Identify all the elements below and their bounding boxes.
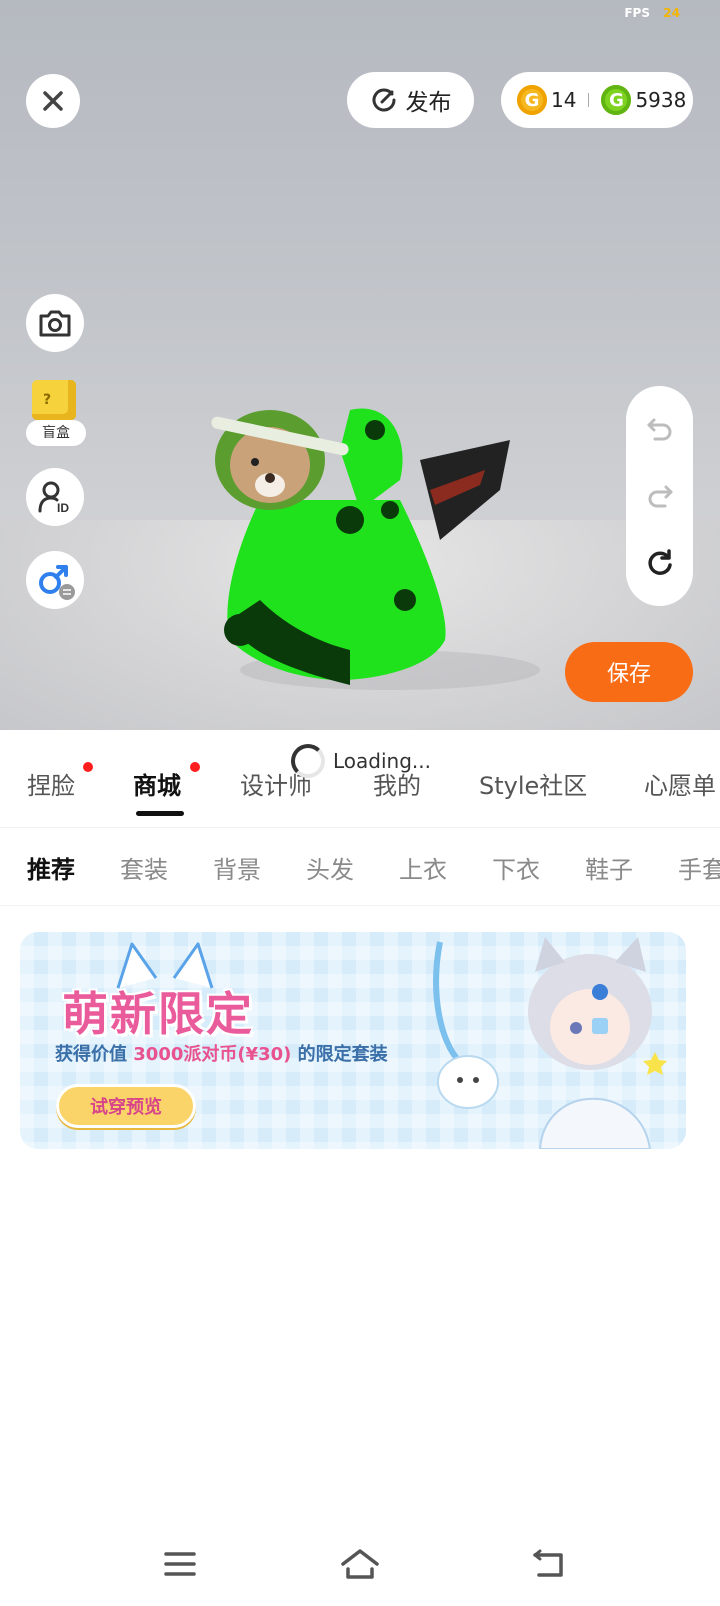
banner-subtitle-post: 的限定套装	[291, 1044, 388, 1065]
loading-text: Loading...	[333, 749, 431, 773]
banner-character-illustration	[433, 937, 667, 1149]
subtab-backgrounds[interactable]: 背景	[213, 850, 261, 885]
subtab-outfits[interactable]: 套装	[120, 850, 168, 885]
spinner-icon	[291, 744, 325, 778]
tab-wishlist[interactable]: 心愿单	[644, 766, 716, 801]
banner-subtitle-highlight: 3000派对币(¥30)	[133, 1044, 292, 1065]
tab-shop[interactable]: 商城	[133, 766, 181, 801]
banner-subtitle-pre: 获得价值	[55, 1044, 134, 1065]
loading-indicator: Loading...	[291, 744, 431, 778]
green-coin-count: 5938	[635, 88, 687, 112]
svg-text:ID: ID	[57, 501, 69, 515]
tab-style-community[interactable]: Style社区	[479, 766, 587, 801]
tab-face-dot	[83, 762, 93, 772]
close-button[interactable]	[26, 74, 80, 128]
edit-history-panel	[626, 386, 693, 606]
gold-coin-count: 14	[551, 88, 577, 112]
category-tabs: 推荐 套装 背景 头发 上衣 下衣 鞋子 手套	[0, 828, 720, 906]
avatar-model[interactable]	[200, 390, 540, 710]
save-button[interactable]: 保存	[565, 642, 693, 702]
try-on-preview-button[interactable]: 试穿预览	[56, 1084, 196, 1128]
male-gender-icon	[39, 565, 75, 600]
camera-button[interactable]	[26, 294, 84, 352]
active-tab-indicator	[136, 811, 184, 816]
app-root: FPS 24 发布 G 14 G 5938 ? 盲盒 ID 保存 捏脸 商城 设…	[0, 0, 720, 1606]
publish-label: 发布	[405, 90, 452, 116]
subtab-shoes[interactable]: 鞋子	[585, 850, 633, 885]
currency-divider	[588, 93, 590, 107]
menu-icon	[164, 1552, 196, 1576]
system-nav-bar	[0, 1530, 720, 1606]
menu-button[interactable]	[156, 1544, 204, 1584]
undo-icon[interactable]	[645, 414, 675, 444]
blind-box-button[interactable]: ? 盲盒	[26, 380, 86, 446]
tab-face[interactable]: 捏脸	[27, 766, 75, 801]
currency-display[interactable]: G 14 G 5938	[501, 72, 693, 128]
back-icon	[533, 1549, 563, 1577]
fps-value: 24	[663, 6, 680, 20]
redo-icon[interactable]	[645, 481, 675, 511]
promo-banner[interactable]: 萌新限定 获得价值 3000派对币(¥30) 的限定套装 试穿预览	[20, 932, 686, 1149]
banner-title: 萌新限定	[62, 987, 254, 1041]
gender-switch-button[interactable]	[26, 551, 84, 609]
camera-icon	[39, 310, 71, 337]
user-id-icon: ID	[38, 481, 69, 515]
publish-button[interactable]: 发布	[347, 72, 474, 128]
home-button[interactable]	[336, 1544, 384, 1584]
green-coin-icon: G	[601, 85, 632, 115]
blind-box-icon: ?	[32, 380, 76, 420]
main-tabs: 捏脸 商城 设计师 我的 Style社区 心愿单 Loading...	[0, 730, 720, 828]
tab-shop-dot	[190, 762, 200, 772]
back-button[interactable]	[525, 1544, 573, 1584]
reset-icon[interactable]	[645, 548, 675, 578]
subtab-recommended[interactable]: 推荐	[27, 850, 75, 885]
avatar-viewport[interactable]: FPS 24 发布 G 14 G 5938 ? 盲盒 ID 保存	[0, 0, 720, 730]
gold-coin-icon: G	[517, 85, 547, 115]
close-icon	[43, 91, 63, 111]
subtab-tops[interactable]: 上衣	[399, 850, 447, 885]
fps-label: FPS	[624, 6, 650, 20]
subtab-hair[interactable]: 头发	[306, 850, 354, 885]
publish-icon	[372, 88, 395, 112]
blind-box-label: 盲盒	[26, 420, 86, 446]
home-icon	[341, 1549, 379, 1579]
subtab-gloves[interactable]: 手套	[678, 850, 720, 885]
subtab-bottoms[interactable]: 下衣	[492, 850, 540, 885]
avatar-id-button[interactable]: ID	[26, 468, 84, 526]
banner-subtitle: 获得价值 3000派对币(¥30) 的限定套装	[55, 1040, 388, 1066]
